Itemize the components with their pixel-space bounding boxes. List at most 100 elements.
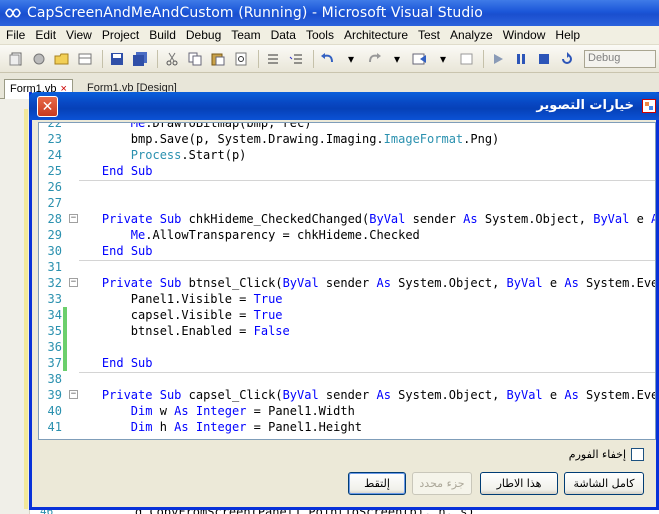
line-number: 22	[47, 122, 62, 130]
copy-icon[interactable]	[185, 49, 205, 69]
line-number: 32	[47, 276, 62, 290]
code-line[interactable]: 27	[39, 195, 655, 211]
restart-icon[interactable]	[557, 49, 577, 69]
toolbar-separator	[258, 49, 259, 68]
code-line[interactable]: 28− Private Sub chkHideme_CheckedChanged…	[39, 211, 655, 227]
menu-bar: File Edit View Project Build Debug Team …	[0, 26, 659, 45]
save-all-icon[interactable]	[130, 49, 150, 69]
line-number: 36	[47, 340, 62, 354]
new-project-icon[interactable]	[6, 49, 26, 69]
dialog-close-button[interactable]: ✕	[37, 96, 58, 117]
menu-build[interactable]: Build	[145, 28, 182, 42]
code-preview-panel[interactable]: 22 Me.DrawToBitmap(bmp, rec) 23 bmp.Save(…	[38, 122, 656, 440]
menu-debug[interactable]: Debug	[182, 28, 227, 42]
changed-line-marker	[63, 355, 67, 371]
menu-file[interactable]: File	[2, 28, 31, 42]
full-screen-button[interactable]: كامل الشاشة	[564, 472, 644, 495]
code-text: Dim h As Integer = Panel1.Height	[130, 420, 363, 434]
line-number: 26	[47, 180, 62, 194]
selected-part-button[interactable]: جزء محدد	[412, 472, 472, 495]
code-line[interactable]: 24 Process.Start(p)	[39, 147, 655, 163]
solution-configuration-combo[interactable]: Debug	[584, 49, 656, 68]
code-line[interactable]: 39− Private Sub capsel_Click(ByVal sende…	[39, 387, 655, 403]
hide-form-checkbox-row[interactable]: إخفاء الفورم	[569, 448, 644, 461]
code-text: End Sub	[101, 244, 153, 258]
comment-icon[interactable]	[263, 49, 283, 69]
break-all-icon[interactable]	[511, 49, 531, 69]
redo-dropdown-icon[interactable]: ▾	[387, 49, 407, 69]
cut-icon[interactable]	[162, 49, 182, 69]
redo-icon[interactable]	[364, 49, 384, 69]
code-line[interactable]: 22 Me.DrawToBitmap(bmp, rec)	[39, 122, 655, 131]
add-item-icon[interactable]	[29, 49, 49, 69]
code-line[interactable]: 34 capsel.Visible = True	[39, 307, 655, 323]
code-text: Me.DrawToBitmap(bmp, rec)	[130, 122, 312, 130]
menu-window[interactable]: Window	[499, 28, 552, 42]
code-line[interactable]: 23 bmp.Save(p, System.Drawing.Imaging.Im…	[39, 131, 655, 147]
navigate-forward-icon[interactable]	[456, 49, 476, 69]
code-line[interactable]: 40 Dim w As Integer = Panel1.Width	[39, 403, 655, 419]
line-number: 30	[47, 244, 62, 258]
line-number: 28	[47, 212, 62, 226]
background-editor-margin	[0, 99, 30, 514]
layout-icon[interactable]	[75, 49, 95, 69]
menu-team[interactable]: Team	[227, 28, 266, 42]
line-number: 24	[47, 148, 62, 162]
code-line[interactable]: 36	[39, 339, 655, 355]
code-line[interactable]: 25 End Sub	[39, 163, 655, 179]
changed-line-marker	[63, 323, 67, 339]
navigate-backward-icon[interactable]	[410, 49, 430, 69]
this-frame-button[interactable]: هذا الاطار	[480, 472, 558, 495]
code-line[interactable]: 26	[39, 179, 655, 195]
menu-data[interactable]: Data	[267, 28, 302, 42]
code-line[interactable]: 31	[39, 259, 655, 275]
menu-tools[interactable]: Tools	[302, 28, 340, 42]
code-line[interactable]: 41 Dim h As Integer = Panel1.Height	[39, 419, 655, 435]
code-text: Private Sub capsel_Click(ByVal sender As…	[101, 388, 655, 402]
line-number: 33	[47, 292, 62, 306]
continue-icon[interactable]	[488, 49, 508, 69]
code-line[interactable]: 30 End Sub	[39, 243, 655, 259]
line-number: 35	[47, 324, 62, 338]
code-text: Dim w As Integer = Panel1.Width	[130, 404, 355, 418]
menu-edit[interactable]: Edit	[31, 28, 62, 42]
changed-line-marker	[63, 339, 67, 355]
navigate-dropdown-icon[interactable]: ▾	[433, 49, 453, 69]
code-line[interactable]: 32− Private Sub btnsel_Click(ByVal sende…	[39, 275, 655, 291]
menu-view[interactable]: View	[62, 28, 98, 42]
dialog-app-icon	[642, 99, 656, 113]
changed-line-marker	[63, 307, 67, 323]
code-text: Private Sub btnsel_Click(ByVal sender As…	[101, 276, 655, 290]
line-number: 31	[47, 260, 62, 274]
menu-test[interactable]: Test	[414, 28, 446, 42]
code-line[interactable]: 38	[39, 371, 655, 387]
find-icon[interactable]	[231, 49, 251, 69]
indent-icon[interactable]	[286, 49, 306, 69]
line-number: 27	[47, 196, 62, 210]
undo-icon[interactable]	[318, 49, 338, 69]
toolbar-separator	[483, 49, 484, 68]
code-line[interactable]: 35 btnsel.Enabled = False	[39, 323, 655, 339]
menu-architecture[interactable]: Architecture	[340, 28, 414, 42]
code-line[interactable]: 29 Me.AllowTransparency = chkHideme.Chec…	[39, 227, 655, 243]
undo-dropdown-icon[interactable]: ▾	[341, 49, 361, 69]
toolbar-separator	[102, 49, 103, 68]
stop-debugging-icon[interactable]	[534, 49, 554, 69]
code-text: Me.AllowTransparency = chkHideme.Checked	[130, 228, 420, 242]
code-line[interactable]: 37 End Sub	[39, 355, 655, 371]
dialog-title-bar: ✕ خيارات التصوير	[29, 92, 659, 120]
menu-analyze[interactable]: Analyze	[446, 28, 499, 42]
line-number: 41	[47, 420, 62, 434]
line-number: 39	[47, 388, 62, 402]
code-line[interactable]: 33 Panel1.Visible = True	[39, 291, 655, 307]
paste-icon[interactable]	[208, 49, 228, 69]
code-text: End Sub	[101, 356, 153, 370]
hide-form-checkbox[interactable]	[631, 448, 644, 461]
line-number: 34	[47, 308, 62, 322]
open-folder-icon[interactable]	[52, 49, 72, 69]
capture-button[interactable]: إلتقط	[348, 472, 406, 495]
menu-help[interactable]: Help	[551, 28, 586, 42]
save-icon[interactable]	[107, 49, 127, 69]
visual-studio-logo-icon	[5, 8, 21, 18]
menu-project[interactable]: Project	[98, 28, 145, 42]
